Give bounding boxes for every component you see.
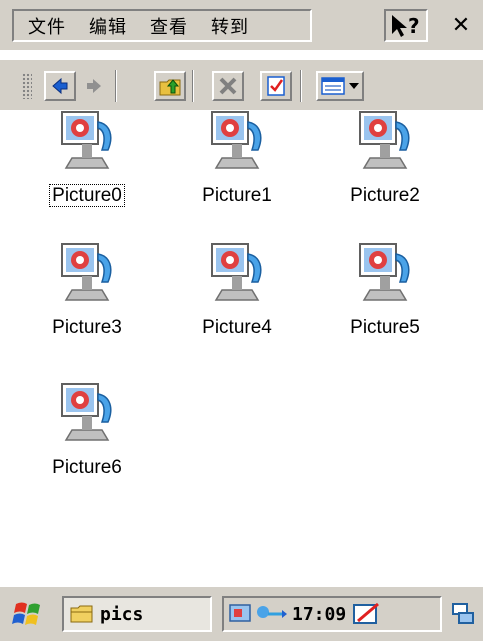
toolbar-grip[interactable]: [22, 73, 32, 99]
picture-file-icon: [211, 111, 262, 169]
menu-edit[interactable]: 编辑: [89, 13, 127, 39]
file-name: Picture2: [350, 185, 420, 206]
input-pen-icon[interactable]: [352, 601, 382, 627]
up-folder-button[interactable]: [154, 71, 186, 101]
help-arrow-icon: ?: [392, 14, 420, 38]
forward-icon: [87, 79, 101, 93]
file-list: Picture0 Picture1 Picture2 Picture3 Pict…: [0, 110, 483, 580]
file-name: Picture3: [52, 317, 122, 338]
help-button[interactable]: ?: [384, 9, 428, 42]
picture-file-icon: [61, 243, 112, 301]
close-button[interactable]: ✕: [440, 9, 482, 42]
picture-file-icon: [61, 383, 112, 441]
view-icon: [320, 77, 345, 95]
desktop-icon[interactable]: [450, 601, 478, 629]
connection-icon[interactable]: [254, 602, 288, 626]
network-icon[interactable]: [228, 602, 254, 626]
properties-icon: [267, 76, 285, 96]
task-label: pics: [100, 603, 144, 625]
toolbar-separator: [300, 70, 302, 102]
windows-logo-icon: [12, 602, 40, 625]
back-button[interactable]: [44, 71, 76, 101]
menu-group: 文件 编辑 查看 转到: [12, 9, 312, 42]
file-name: Picture4: [202, 317, 272, 338]
picture-file-icon: [211, 243, 262, 301]
picture-file-icon: [61, 111, 112, 169]
file-name: Picture5: [350, 317, 420, 338]
task-button-pics[interactable]: pics: [62, 596, 212, 632]
properties-button[interactable]: [260, 71, 292, 101]
chevron-down-icon: [348, 83, 359, 89]
view-button[interactable]: [316, 71, 364, 101]
taskbar: pics 17:09: [0, 585, 483, 641]
file-name: Picture0: [49, 184, 125, 207]
svg-text:?: ?: [408, 14, 420, 38]
delete-button[interactable]: [212, 71, 244, 101]
file-name: Picture1: [202, 185, 272, 206]
delete-icon: [219, 77, 237, 95]
menu-file[interactable]: 文件: [28, 13, 66, 39]
forward-button[interactable]: [78, 71, 110, 101]
up-folder-icon: [159, 79, 181, 96]
folder-icon: [70, 605, 93, 623]
system-tray: 17:09: [222, 596, 442, 632]
menu-bar: 文件 编辑 查看 转到 ? ✕: [0, 0, 483, 50]
file-item[interactable]: Picture0: [22, 110, 152, 220]
file-item[interactable]: Picture1: [172, 110, 302, 220]
toolbar: [0, 60, 483, 110]
file-item[interactable]: Picture3: [22, 242, 152, 352]
picture-file-icon: [359, 243, 410, 301]
menu-goto[interactable]: 转到: [211, 13, 249, 39]
back-icon: [52, 77, 68, 95]
file-item[interactable]: Picture5: [320, 242, 450, 352]
file-item[interactable]: Picture4: [172, 242, 302, 352]
toolbar-separator: [115, 70, 117, 102]
menu-view[interactable]: 查看: [150, 13, 188, 39]
file-item[interactable]: Picture6: [22, 382, 152, 492]
start-button[interactable]: [6, 597, 52, 633]
file-name: Picture6: [52, 457, 122, 478]
file-item[interactable]: Picture2: [320, 110, 450, 220]
picture-file-icon: [359, 111, 410, 169]
clock[interactable]: 17:09: [292, 604, 346, 625]
toolbar-separator: [192, 70, 194, 102]
